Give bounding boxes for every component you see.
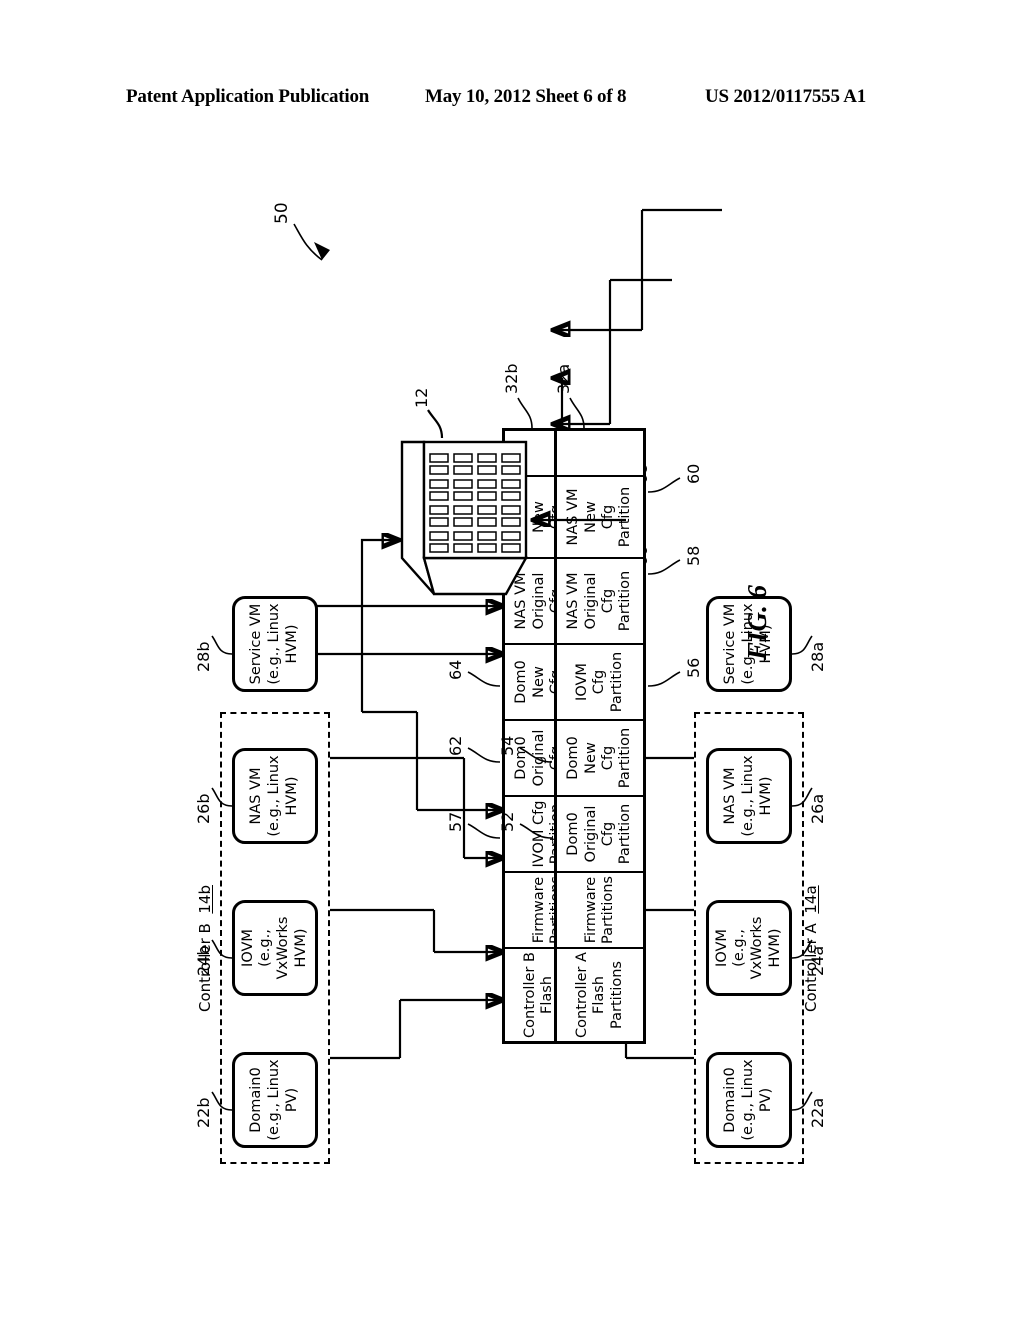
figure-6-drawing: Controller B 14b Domain0 (e.g., Linux PV… — [0, 0, 1024, 1320]
ref-50: 50 — [272, 202, 292, 224]
figure-label: FIG. 6 — [742, 584, 772, 660]
system-ref-leader — [293, 223, 330, 261]
rotated-drawing-canvas: Controller B 14b Domain0 (e.g., Linux PV… — [194, 110, 827, 1210]
